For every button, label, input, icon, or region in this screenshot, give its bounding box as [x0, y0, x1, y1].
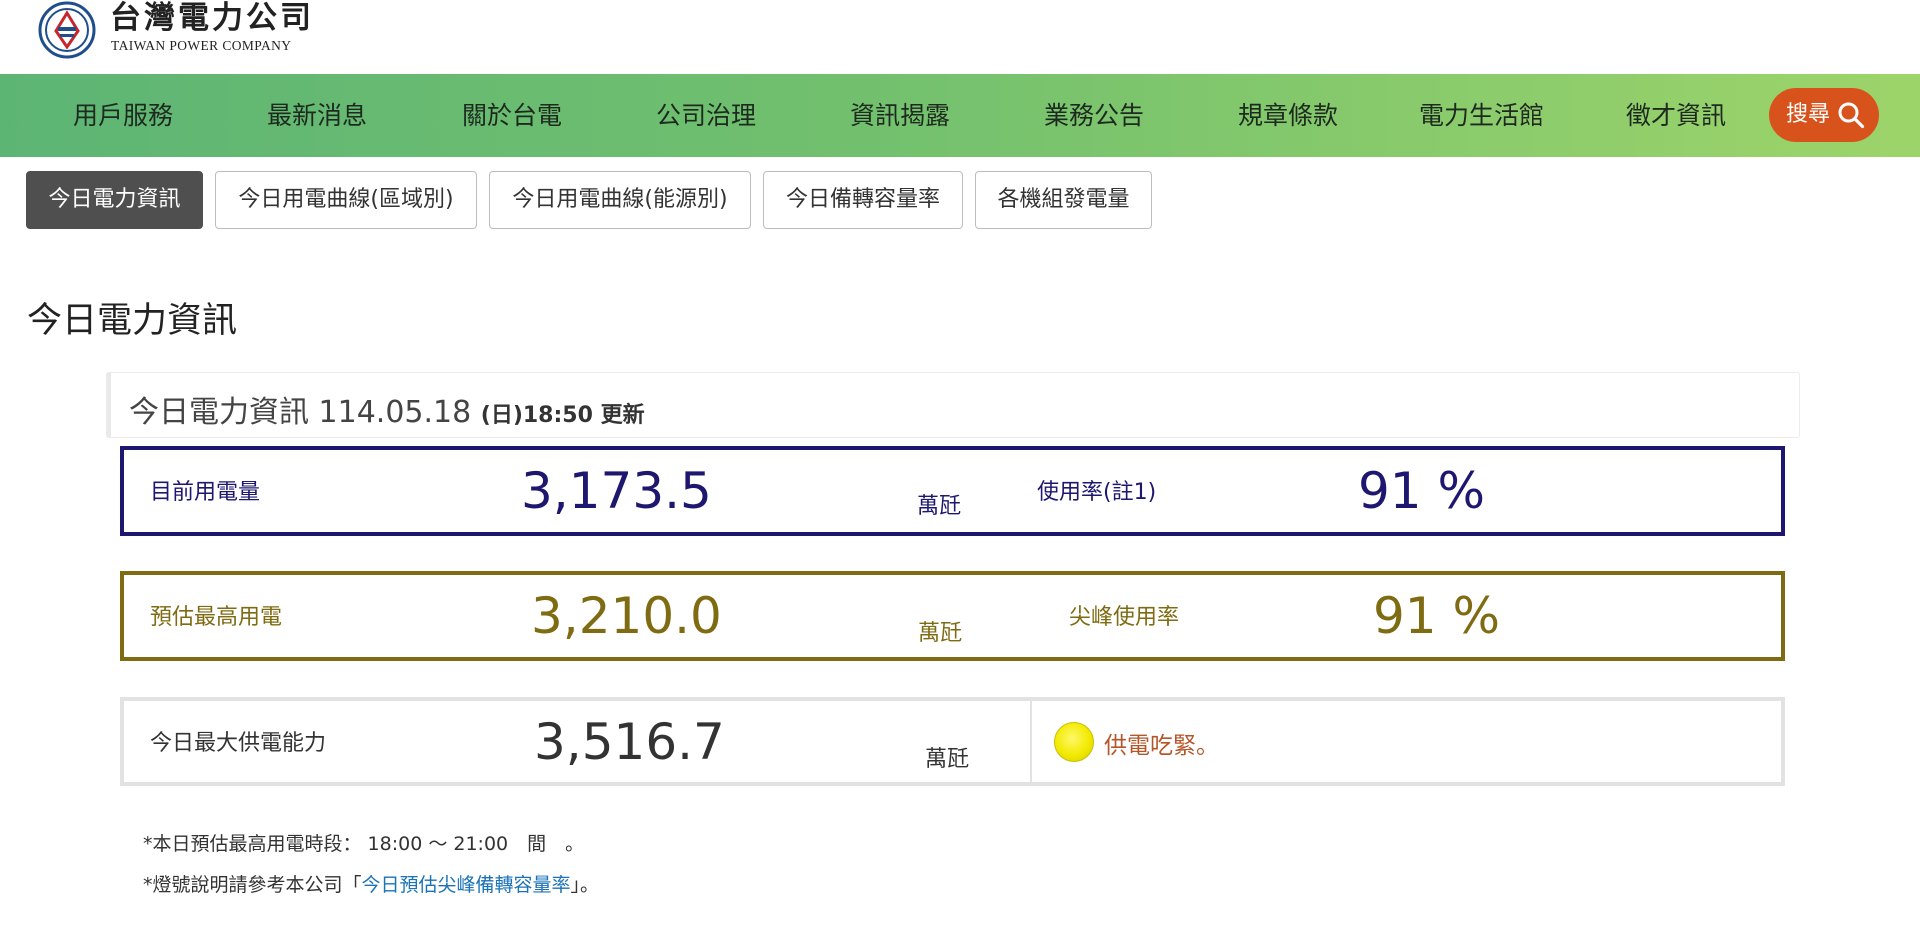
- tab-reserve-margin[interactable]: 今日備轉容量率: [763, 171, 963, 229]
- main-nav: 用戶服務 最新消息 關於台電 公司治理 資訊揭露 業務公告 規章條款 電力生活館…: [0, 74, 1920, 157]
- supply-status-text: 供電吃緊。: [1104, 733, 1219, 759]
- supply-capacity-value: 3,516.7: [534, 713, 725, 771]
- panel-heading: 今日電力資訊 114.05.18 (日)18:50 更新: [106, 372, 1800, 438]
- light-note-prefix: *燈號說明請參考本公司「: [143, 874, 362, 896]
- nav-item-governance[interactable]: 公司治理: [656, 74, 756, 157]
- search-button-label: 搜尋: [1786, 102, 1831, 127]
- reserve-margin-link[interactable]: 今日預估尖峰備轉容量率: [362, 874, 571, 896]
- peak-rate-label: 尖峰使用率: [1069, 605, 1180, 630]
- row-divider: [1030, 701, 1032, 782]
- update-time: (日)18:50 更新: [480, 403, 645, 428]
- logo-english-name[interactable]: TAIWAN POWER COMPANY: [111, 38, 291, 54]
- tab-usage-curve-energy[interactable]: 今日用電曲線(能源別): [489, 171, 751, 229]
- nav-item-disclosure[interactable]: 資訊揭露: [850, 74, 950, 157]
- tab-usage-curve-region[interactable]: 今日用電曲線(區域別): [215, 171, 477, 229]
- nav-item-careers[interactable]: 徵才資訊: [1626, 74, 1726, 157]
- usage-rate-value: 91 %: [1358, 462, 1486, 520]
- peak-rate-value: 91 %: [1373, 587, 1501, 645]
- yellow-light-icon: [1054, 722, 1094, 762]
- peak-period-note: *本日預估最高用電時段： 18:00 ～ 21:00 間 。: [143, 833, 585, 855]
- current-load-row: 目前用電量 3,173.5 萬瓩 使用率(註1) 91 %: [120, 446, 1785, 536]
- current-load-value: 3,173.5: [521, 462, 712, 520]
- page-title: 今日電力資訊: [27, 301, 238, 341]
- light-note-suffix: 」。: [570, 874, 600, 896]
- forecast-peak-row: 預估最高用電 3,210.0 萬瓩 尖峰使用率 91 %: [120, 571, 1785, 661]
- forecast-peak-label: 預估最高用電: [150, 605, 283, 630]
- nav-item-customer-service[interactable]: 用戶服務: [73, 74, 173, 157]
- taipower-logo-icon[interactable]: [38, 1, 96, 59]
- search-button[interactable]: 搜尋: [1769, 88, 1879, 142]
- tab-today-power-info[interactable]: 今日電力資訊: [26, 171, 203, 229]
- nav-item-about[interactable]: 關於台電: [462, 74, 562, 157]
- usage-rate-label: 使用率(註1): [1037, 480, 1157, 505]
- nav-item-regulations[interactable]: 規章條款: [1238, 74, 1338, 157]
- nav-item-latest-news[interactable]: 最新消息: [267, 74, 367, 157]
- nav-item-announcements[interactable]: 業務公告: [1044, 74, 1144, 157]
- site-header: 台灣電力公司 TAIWAN POWER COMPANY: [0, 0, 1920, 74]
- current-load-unit: 萬瓩: [917, 494, 962, 519]
- panel-heading-text: 今日電力資訊 114.05.18 (日)18:50 更新: [129, 387, 645, 431]
- nav-item-power-life[interactable]: 電力生活館: [1419, 74, 1544, 157]
- panel-title: 今日電力資訊 114.05.18: [129, 395, 472, 430]
- logo-chinese-name[interactable]: 台灣電力公司: [110, 0, 314, 36]
- forecast-peak-unit: 萬瓩: [918, 621, 963, 646]
- tab-unit-generation[interactable]: 各機組發電量: [975, 171, 1152, 229]
- supply-capacity-label: 今日最大供電能力: [150, 731, 327, 756]
- search-icon: [1838, 102, 1865, 129]
- current-load-label: 目前用電量: [150, 480, 261, 505]
- light-explanation-note: *燈號說明請參考本公司「今日預估尖峰備轉容量率」。: [143, 870, 599, 897]
- supply-capacity-unit: 萬瓩: [925, 747, 970, 772]
- supply-capacity-row: 今日最大供電能力 3,516.7 萬瓩 供電吃緊。: [120, 697, 1785, 786]
- forecast-peak-value: 3,210.0: [531, 587, 722, 645]
